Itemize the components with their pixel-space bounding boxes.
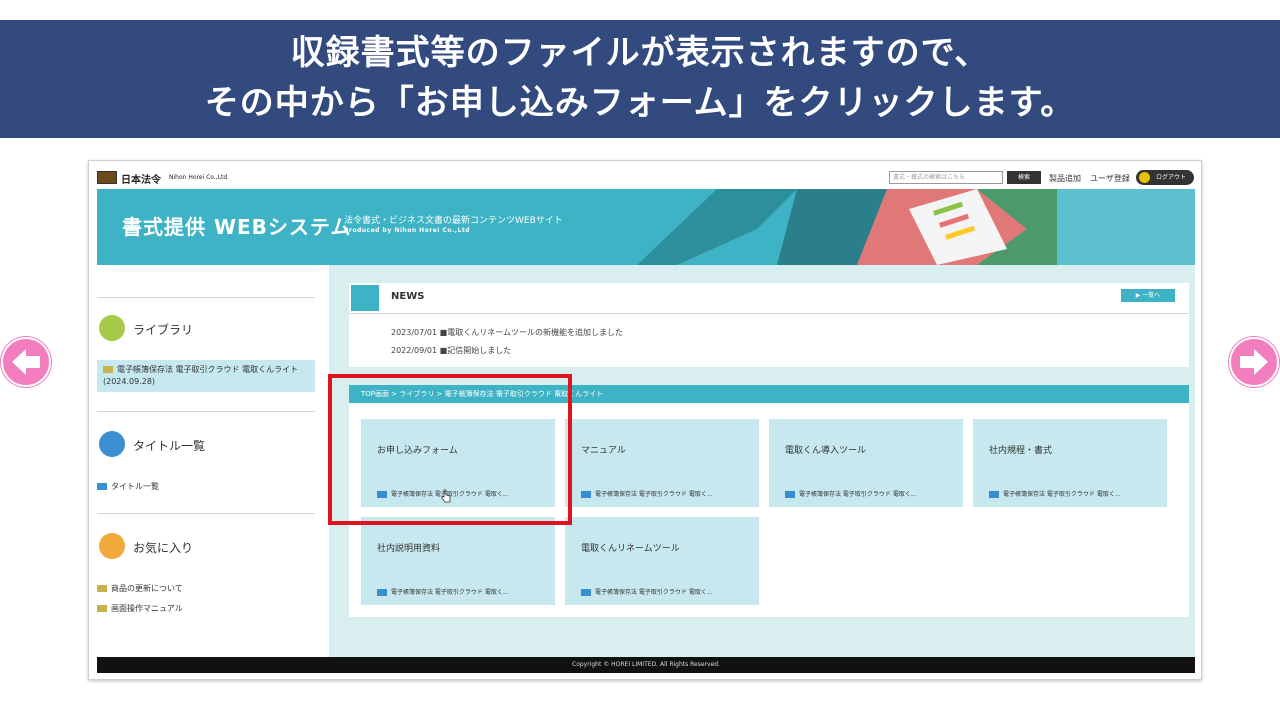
sidebar-item-library[interactable]: 電子帳簿保存法 電子取引クラウド 電取くんライト (2024.09.28) [97, 360, 315, 392]
sidebar-item-library-date: (2024.09.28) [103, 377, 156, 386]
tile-explanation-material[interactable]: 社内説明用資料 電子帳簿保存法 電子取引クラウド 電取く... [361, 517, 555, 605]
top-bar: 日本法令 Nihon Horei Co.,Ltd 書式・様式の検索はこちら 検索… [89, 161, 1201, 189]
tile-internal-rules[interactable]: 社内規程・書式 電子帳簿保存法 電子取引クラウド 電取く... [973, 419, 1167, 507]
news-title: NEWS [391, 291, 425, 302]
tile-footer: 電子帳簿保存法 電子取引クラウド 電取く... [581, 489, 713, 498]
tile-rename-tool[interactable]: 電取くんリネームツール 電子帳簿保存法 電子取引クラウド 電取く... [565, 517, 759, 605]
banner-title: 書式提供 WEBシステム [122, 215, 352, 239]
tile-title: 社内説明用資料 [377, 544, 441, 554]
next-slide-button[interactable] [1228, 336, 1280, 388]
tile-setup-tool[interactable]: 電取くん導入ツール 電子帳簿保存法 電子取引クラウド 電取く... [769, 419, 963, 507]
sidebar-divider [97, 513, 315, 514]
site-footer: Copyright © HOREI LIMITED. All Rights Re… [97, 657, 1195, 673]
company-logo-text: 日本法令 [121, 175, 161, 186]
sidebar-heading-title-list: タイトル一覧 [133, 439, 206, 453]
sidebar-item-favorite-label: 商品の更新について [111, 584, 183, 593]
folder-icon [97, 483, 107, 490]
star-icon [99, 533, 125, 559]
news-divider [349, 313, 1189, 314]
folder-icon [989, 491, 999, 498]
user-register-link[interactable]: ユーザ登録 [1090, 173, 1130, 184]
sidebar-item-favorite[interactable]: 商品の更新について [97, 583, 183, 594]
tile-footer: 電子帳簿保存法 電子取引クラウド 電取く... [581, 587, 713, 596]
folder-icon [97, 585, 107, 592]
news-date: 2022/09/01 [391, 346, 438, 355]
sidebar-item-favorite[interactable]: 画面操作マニュアル [97, 603, 183, 614]
logout-icon [1139, 172, 1150, 183]
instruction-caption: 収録書式等のファイルが表示されますので、 その中から「お申し込みフォーム」をクリ… [0, 20, 1280, 138]
folder-icon [377, 589, 387, 596]
arrow-left-icon [1, 337, 51, 387]
banner-producer: Produced by Nihon Horei Co.,Ltd [344, 227, 471, 234]
company-logo-en: Nihon Horei Co.,Ltd [169, 174, 228, 181]
web-system-screenshot: 日本法令 Nihon Horei Co.,Ltd 書式・様式の検索はこちら 検索… [88, 160, 1202, 680]
logout-button[interactable]: ログアウト [1136, 170, 1194, 185]
tile-footer: 電子帳簿保存法 電子取引クラウド 電取く... [989, 489, 1121, 498]
news-item[interactable]: 2022/09/01 ■記信開始しました [391, 345, 511, 356]
caption-line-1: 収録書式等のファイルが表示されますので、 [290, 33, 990, 73]
sidebar-item-library-label: 電子帳簿保存法 電子取引クラウド 電取くんライト [117, 365, 299, 374]
news-envelope-icon [351, 285, 379, 311]
news-panel: NEWS ▶ 一覧へ 2023/07/01 ■電取くんリネームツールの新機能を追… [349, 283, 1189, 367]
banner-subtitle: 法令書式・ビジネス文書の最新コンテンツWEBサイト [344, 216, 563, 226]
folder-icon [581, 589, 591, 596]
sidebar: ライブラリ 電子帳簿保存法 電子取引クラウド 電取くんライト (2024.09.… [97, 265, 323, 657]
tile-title: 社内規程・書式 [989, 446, 1053, 456]
tile-footer-text: 電子帳簿保存法 電子取引クラウド 電取く... [1003, 491, 1121, 498]
tile-footer-text: 電子帳簿保存法 電子取引クラウド 電取く... [391, 589, 509, 596]
news-text: ■電取くんリネームツールの新機能を追加しました [439, 328, 623, 337]
folder-icon [103, 366, 113, 373]
tile-footer: 電子帳簿保存法 電子取引クラウド 電取く... [785, 489, 917, 498]
tile-footer-text: 電子帳簿保存法 電子取引クラウド 電取く... [595, 491, 713, 498]
arrow-right-icon [1229, 337, 1279, 387]
add-product-link[interactable]: 製品追加 [1049, 173, 1081, 184]
logout-label: ログアウト [1156, 174, 1187, 181]
sidebar-item-favorite-label: 画面操作マニュアル [111, 604, 183, 613]
company-logo-icon [97, 171, 117, 184]
sidebar-item-title-list-label: タイトル一覧 [111, 482, 159, 491]
sidebar-heading-library: ライブラリ [133, 323, 194, 337]
folder-icon [581, 491, 591, 498]
news-text: ■記信開始しました [439, 346, 512, 355]
folder-icon [785, 491, 795, 498]
highlight-box [328, 374, 572, 525]
folder-icon [97, 605, 107, 612]
sidebar-divider [97, 297, 315, 298]
site-banner: 書式提供 WEBシステム 法令書式・ビジネス文書の最新コンテンツWEBサイト P… [97, 189, 1195, 265]
tile-title: 電取くんリネームツール [581, 544, 680, 554]
news-item[interactable]: 2023/07/01 ■電取くんリネームツールの新機能を追加しました [391, 327, 623, 338]
tile-footer: 電子帳簿保存法 電子取引クラウド 電取く... [377, 587, 509, 596]
tile-title: 電取くん導入ツール [785, 446, 867, 456]
search-input[interactable]: 書式・様式の検索はこちら [889, 171, 1003, 184]
sidebar-divider [97, 411, 315, 412]
sidebar-heading-favorites: お気に入り [133, 541, 194, 555]
prev-slide-button[interactable] [0, 336, 52, 388]
tile-title: マニュアル [581, 446, 626, 456]
search-button[interactable]: 検索 [1007, 171, 1041, 184]
sidebar-item-title-list[interactable]: タイトル一覧 [97, 481, 159, 492]
news-date: 2023/07/01 [391, 328, 438, 337]
library-icon [99, 315, 125, 341]
tile-manual[interactable]: マニュアル 電子帳簿保存法 電子取引クラウド 電取く... [565, 419, 759, 507]
title-list-icon [99, 431, 125, 457]
caption-line-2: その中から「お申し込みフォーム」をクリックします。 [204, 83, 1076, 123]
tile-footer-text: 電子帳簿保存法 電子取引クラウド 電取く... [595, 589, 713, 596]
news-more-button[interactable]: ▶ 一覧へ [1121, 289, 1175, 302]
tile-footer-text: 電子帳簿保存法 電子取引クラウド 電取く... [799, 491, 917, 498]
